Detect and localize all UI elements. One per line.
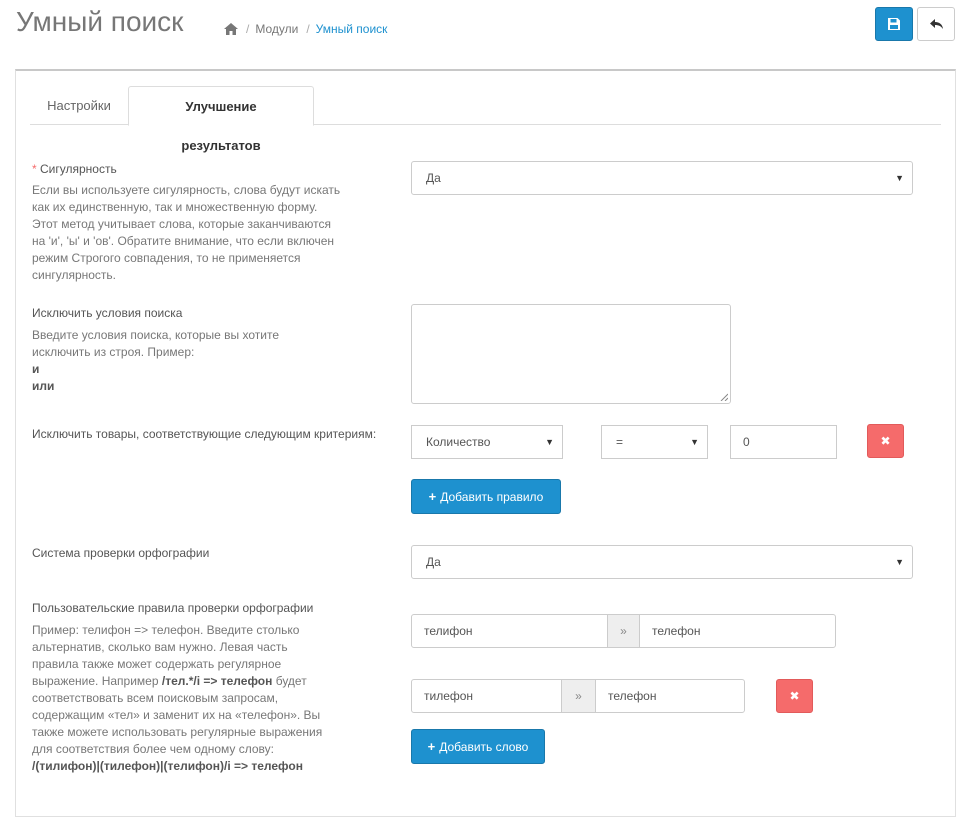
remove-rule-button[interactable]: ✖ — [867, 424, 904, 458]
spell-rules-help: Пример: телифон => телефон. Введите стол… — [32, 623, 323, 773]
exclude-terms-label: Исключить условия поиска — [32, 306, 183, 320]
chevron-down-icon: ▼ — [545, 437, 554, 447]
spell-rules-label: Пользовательские правила проверки орфогр… — [32, 601, 314, 615]
criteria-value-input[interactable]: 0 — [730, 425, 837, 459]
singularity-select[interactable]: Да ▼ — [411, 161, 913, 195]
save-icon — [888, 18, 900, 30]
add-rule-button[interactable]: + Добавить правило — [411, 479, 561, 514]
arrow-addon: » — [561, 679, 596, 713]
plus-icon: + — [427, 739, 436, 754]
exclude-terms-textarea[interactable] — [411, 304, 731, 404]
spell-rule-to-input[interactable]: телефон — [595, 679, 745, 713]
spell-rule-from-input[interactable]: телифон — [411, 614, 608, 648]
save-button[interactable] — [875, 7, 913, 41]
plus-icon: + — [428, 489, 437, 504]
spell-rule-to-input[interactable]: телефон — [639, 614, 836, 648]
reply-icon — [929, 19, 943, 29]
example-and: и — [32, 362, 40, 376]
exclude-products-label: Исключить товары, соответствующие следую… — [32, 427, 377, 441]
remove-word-button[interactable]: ✖ — [776, 679, 813, 713]
spellcheck-label: Система проверки орфографии — [32, 546, 210, 560]
page-title: Умный поиск — [16, 6, 184, 37]
resize-handle-icon[interactable] — [720, 393, 728, 401]
tab-improve-results[interactable]: Улучшение результатов — [128, 86, 314, 153]
tab-settings[interactable]: Настройки — [30, 86, 128, 125]
chevron-down-icon: ▼ — [895, 557, 904, 567]
singularity-label: * Сигулярность — [32, 162, 117, 176]
home-icon[interactable] — [224, 23, 238, 35]
chevron-down-icon: ▼ — [690, 437, 699, 447]
spellcheck-select[interactable]: Да ▼ — [411, 545, 913, 579]
back-button[interactable] — [917, 7, 955, 41]
close-icon: ✖ — [880, 434, 891, 448]
singularity-help: Если вы используете сигулярность, слова … — [32, 183, 341, 282]
criteria-operator-select[interactable]: = ▼ — [601, 425, 708, 459]
criteria-field-select[interactable]: Количество ▼ — [411, 425, 563, 459]
breadcrumb-smart-search[interactable]: Умный поиск — [316, 22, 388, 36]
chevron-down-icon: ▼ — [895, 173, 904, 183]
arrow-addon: » — [607, 614, 640, 648]
spell-rule-from-input[interactable]: тилефон — [411, 679, 562, 713]
add-word-button[interactable]: + Добавить слово — [411, 729, 545, 764]
exclude-terms-help: Введите условия поиска, которые вы хотит… — [32, 328, 280, 393]
close-icon: ✖ — [789, 689, 800, 703]
example-or: или — [32, 379, 55, 393]
tab-bar: Настройки Улучшение результатов — [30, 86, 941, 153]
required-mark: * — [32, 162, 37, 176]
breadcrumb-modules[interactable]: Модули — [255, 22, 298, 36]
breadcrumb: / Модули / Умный поиск — [224, 22, 387, 36]
